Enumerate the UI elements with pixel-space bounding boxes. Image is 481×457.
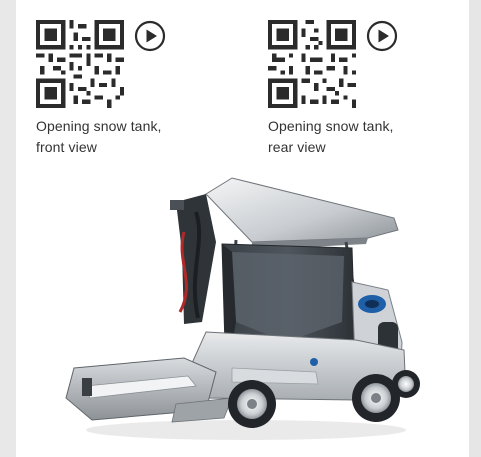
page: Opening snow tank, front view Opening sn… [0, 0, 481, 457]
content-card: Opening snow tank, front view Opening sn… [16, 0, 469, 457]
sweeper-vehicle-image [65, 177, 420, 440]
caption-line-2: rear view [268, 139, 326, 155]
qr-block-rear: Opening snow tank, rear view [268, 20, 398, 155]
caption-line-1: Opening snow tank, [268, 118, 394, 134]
caption-front: Opening snow tank, front view [36, 116, 236, 158]
qr-block-front: Opening snow tank, front view [36, 20, 166, 155]
caption-line-1: Opening snow tank, [36, 118, 162, 134]
caption-rear: Opening snow tank, rear view [268, 116, 468, 158]
qr-code-icon[interactable] [268, 20, 356, 108]
play-icon[interactable] [366, 20, 398, 52]
caption-line-2: front view [36, 139, 97, 155]
play-icon[interactable] [134, 20, 166, 52]
rear-left-wheel [392, 370, 420, 398]
front-left-wheel [228, 380, 276, 428]
qr-code-icon[interactable] [36, 20, 124, 108]
